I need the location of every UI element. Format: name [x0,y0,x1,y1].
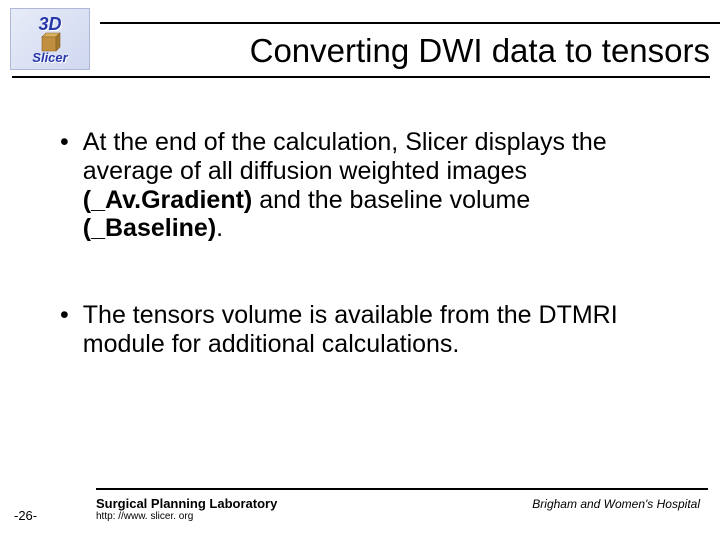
slide-footer: -26- Surgical Planning Laboratory http: … [0,488,720,522]
footer-rule [96,488,708,490]
bullet-item: • The tensors volume is available from t… [60,301,670,359]
slide-header: 3D Slicer Converting DWI data to tensors [0,0,720,78]
logo-text-slicer: Slicer [32,51,67,64]
bullet-text: At the end of the calculation, Slicer di… [83,128,670,243]
footer-lab-name: Surgical Planning Laboratory [96,496,277,511]
title-underline [12,76,710,78]
bullet-text: The tensors volume is available from the… [83,301,670,359]
footer-hospital: Brigham and Women's Hospital [532,496,708,511]
footer-url: http: //www. slicer. org [96,511,277,522]
page-number: -26- [14,508,37,523]
slide-title: Converting DWI data to tensors [100,32,710,76]
slide-body: • At the end of the calculation, Slicer … [0,78,720,359]
bullet-item: • At the end of the calculation, Slicer … [60,128,670,243]
bullet-mark-icon: • [60,301,69,359]
bullet-mark-icon: • [60,128,69,243]
title-area: Converting DWI data to tensors [100,22,720,78]
slicer-logo: 3D Slicer [10,8,90,70]
